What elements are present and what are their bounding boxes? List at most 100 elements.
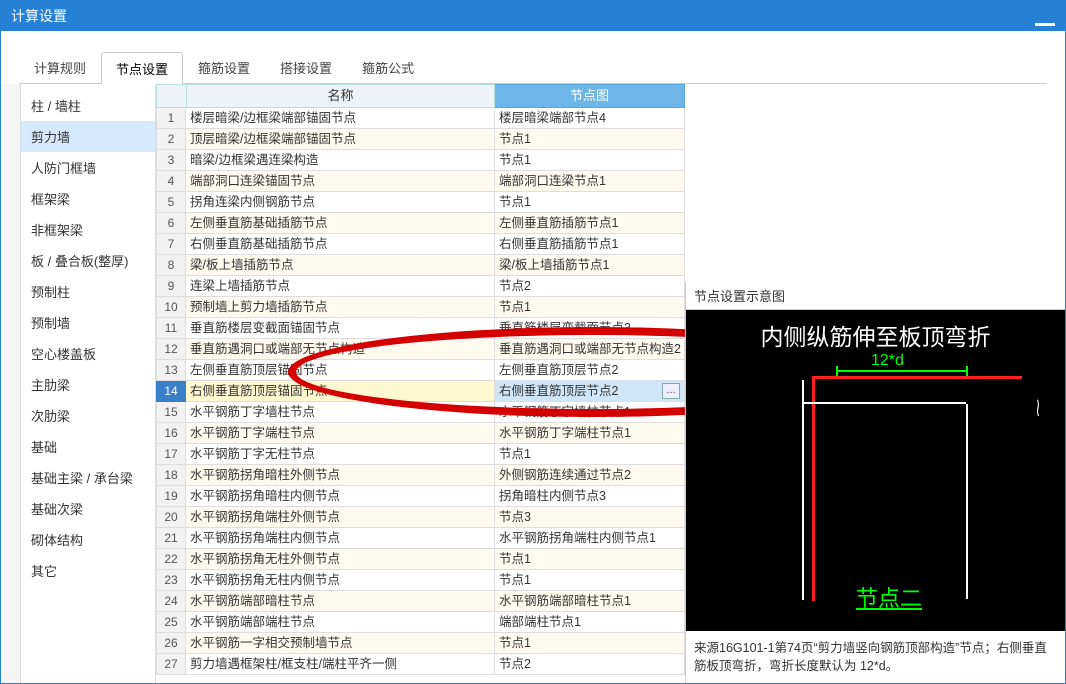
row-diagram[interactable]: 左侧垂直筋插筋节点1 [495, 213, 685, 234]
diagram-label[interactable]: 节点二 [856, 581, 922, 613]
tab-4[interactable]: 箍筋公式 [347, 51, 429, 83]
row-name[interactable]: 顶层暗梁/边框梁端部锚固节点 [186, 129, 495, 150]
table-row[interactable]: 23水平钢筋拐角无柱内侧节点节点1 [156, 570, 685, 591]
row-diagram[interactable]: 左侧垂直筋顶层节点2 [495, 360, 685, 381]
row-diagram[interactable]: 水平钢筋丁字端柱节点1 [495, 423, 685, 444]
row-diagram[interactable]: 垂直筋遇洞口或端部无节点构造2 [495, 339, 685, 360]
sidebar-item[interactable]: 基础主梁 / 承台梁 [21, 462, 155, 493]
row-name[interactable]: 拐角连梁内侧钢筋节点 [186, 192, 495, 213]
row-diagram[interactable]: 节点1 [495, 297, 685, 318]
table-row[interactable]: 10预制墙上剪力墙插筋节点节点1 [156, 297, 685, 318]
sidebar-item[interactable]: 剪力墙 [21, 121, 155, 152]
row-name[interactable]: 水平钢筋拐角无柱外侧节点 [186, 549, 495, 570]
sidebar-item[interactable]: 框架梁 [21, 183, 155, 214]
row-diagram[interactable]: 外侧钢筋连续通过节点2 [495, 465, 685, 486]
row-name[interactable]: 楼层暗梁/边框梁端部锚固节点 [186, 108, 495, 129]
row-diagram[interactable]: 垂直筋楼层变截面节点3 [495, 318, 685, 339]
row-diagram[interactable]: 节点1 [495, 549, 685, 570]
row-name[interactable]: 左侧垂直筋顶层锚固节点 [186, 360, 495, 381]
row-diagram[interactable]: 节点1 [495, 129, 685, 150]
sidebar-item[interactable]: 非框架梁 [21, 214, 155, 245]
row-name[interactable]: 水平钢筋一字相交预制墙节点 [186, 633, 495, 654]
row-name[interactable]: 右侧垂直筋顶层锚固节点 [186, 381, 495, 402]
row-name[interactable]: 水平钢筋丁字端柱节点 [186, 423, 495, 444]
table-row[interactable]: 20水平钢筋拐角端柱外侧节点节点3 [156, 507, 685, 528]
row-name[interactable]: 剪力墙遇框架柱/框支柱/端柱平齐一侧 [186, 654, 495, 675]
row-diagram[interactable]: 节点1 [495, 570, 685, 591]
sidebar-item[interactable]: 预制柱 [21, 276, 155, 307]
sidebar-item[interactable]: 人防门框墙 [21, 152, 155, 183]
row-diagram[interactable]: 水平钢筋丁字墙柱节点1 [495, 402, 685, 423]
sidebar-item[interactable]: 基础 [21, 431, 155, 462]
table-row[interactable]: 16水平钢筋丁字端柱节点水平钢筋丁字端柱节点1 [156, 423, 685, 444]
row-diagram[interactable]: 右侧垂直筋插筋节点1 [495, 234, 685, 255]
row-diagram[interactable]: 梁/板上墙插筋节点1 [495, 255, 685, 276]
table-row[interactable]: 7右侧垂直筋基础插筋节点右侧垂直筋插筋节点1 [156, 234, 685, 255]
row-name[interactable]: 连梁上墙插筋节点 [186, 276, 495, 297]
row-name[interactable]: 水平钢筋拐角端柱内侧节点 [186, 528, 495, 549]
row-name[interactable]: 水平钢筋拐角暗柱外侧节点 [186, 465, 495, 486]
row-diagram[interactable]: 右侧垂直筋顶层节点2… [495, 381, 685, 402]
table-row[interactable]: 13左侧垂直筋顶层锚固节点左侧垂直筋顶层节点2 [156, 360, 685, 381]
browse-button[interactable]: … [662, 383, 680, 399]
row-name[interactable]: 水平钢筋丁字无柱节点 [186, 444, 495, 465]
row-name[interactable]: 端部洞口连梁锚固节点 [186, 171, 495, 192]
table-row[interactable]: 12垂直筋遇洞口或端部无节点构造垂直筋遇洞口或端部无节点构造2 [156, 339, 685, 360]
sidebar-item[interactable]: 主肋梁 [21, 369, 155, 400]
table-row[interactable]: 21水平钢筋拐角端柱内侧节点水平钢筋拐角端柱内侧节点1 [156, 528, 685, 549]
row-name[interactable]: 水平钢筋拐角无柱内侧节点 [186, 570, 495, 591]
row-diagram[interactable]: 楼层暗梁端部节点4 [495, 108, 685, 129]
row-name[interactable]: 水平钢筋拐角端柱外侧节点 [186, 507, 495, 528]
row-diagram[interactable]: 节点1 [495, 633, 685, 654]
tab-1[interactable]: 节点设置 [101, 52, 183, 84]
row-diagram[interactable]: 节点1 [495, 192, 685, 213]
table-row[interactable]: 14右侧垂直筋顶层锚固节点右侧垂直筋顶层节点2… [156, 381, 685, 402]
sidebar-item[interactable]: 其它 [21, 555, 155, 586]
table-row[interactable]: 27剪力墙遇框架柱/框支柱/端柱平齐一侧节点2 [156, 654, 685, 675]
row-name[interactable]: 水平钢筋丁字墙柱节点 [186, 402, 495, 423]
table-row[interactable]: 22水平钢筋拐角无柱外侧节点节点1 [156, 549, 685, 570]
row-name[interactable]: 梁/板上墙插筋节点 [186, 255, 495, 276]
row-diagram[interactable]: 节点1 [495, 150, 685, 171]
row-name[interactable]: 垂直筋遇洞口或端部无节点构造 [186, 339, 495, 360]
row-name[interactable]: 左侧垂直筋基础插筋节点 [186, 213, 495, 234]
row-diagram[interactable]: 节点3 [495, 507, 685, 528]
table-row[interactable]: 11垂直筋楼层变截面锚固节点垂直筋楼层变截面节点3 [156, 318, 685, 339]
table-row[interactable]: 1楼层暗梁/边框梁端部锚固节点楼层暗梁端部节点4 [156, 108, 685, 129]
row-name[interactable]: 暗梁/边框梁遇连梁构造 [186, 150, 495, 171]
sidebar-item[interactable]: 板 / 叠合板(整厚) [21, 245, 155, 276]
table-row[interactable]: 15水平钢筋丁字墙柱节点水平钢筋丁字墙柱节点1 [156, 402, 685, 423]
tab-3[interactable]: 搭接设置 [265, 51, 347, 83]
table-row[interactable]: 2顶层暗梁/边框梁端部锚固节点节点1 [156, 129, 685, 150]
sidebar-item[interactable]: 砌体结构 [21, 524, 155, 555]
row-diagram[interactable]: 节点2 [495, 654, 685, 675]
sidebar-item[interactable]: 次肋梁 [21, 400, 155, 431]
table-row[interactable]: 26水平钢筋一字相交预制墙节点节点1 [156, 633, 685, 654]
row-diagram[interactable]: 水平钢筋端部暗柱节点1 [495, 591, 685, 612]
table-row[interactable]: 18水平钢筋拐角暗柱外侧节点外侧钢筋连续通过节点2 [156, 465, 685, 486]
tab-2[interactable]: 箍筋设置 [183, 51, 265, 83]
table-row[interactable]: 17水平钢筋丁字无柱节点节点1 [156, 444, 685, 465]
row-diagram[interactable]: 端部洞口连梁节点1 [495, 171, 685, 192]
row-name[interactable]: 预制墙上剪力墙插筋节点 [186, 297, 495, 318]
minimize-button[interactable] [1035, 6, 1055, 26]
table-row[interactable]: 25水平钢筋端部端柱节点端部端柱节点1 [156, 612, 685, 633]
row-diagram[interactable]: 节点1 [495, 444, 685, 465]
row-name[interactable]: 水平钢筋拐角暗柱内侧节点 [186, 486, 495, 507]
row-diagram[interactable]: 端部端柱节点1 [495, 612, 685, 633]
row-name[interactable]: 水平钢筋端部暗柱节点 [186, 591, 495, 612]
table-row[interactable]: 6左侧垂直筋基础插筋节点左侧垂直筋插筋节点1 [156, 213, 685, 234]
tab-0[interactable]: 计算规则 [19, 51, 101, 83]
table-row[interactable]: 8梁/板上墙插筋节点梁/板上墙插筋节点1 [156, 255, 685, 276]
row-diagram[interactable]: 水平钢筋拐角端柱内侧节点1 [495, 528, 685, 549]
sidebar-item[interactable]: 基础次梁 [21, 493, 155, 524]
row-diagram[interactable]: 拐角暗柱内侧节点3 [495, 486, 685, 507]
table-row[interactable]: 19水平钢筋拐角暗柱内侧节点拐角暗柱内侧节点3 [156, 486, 685, 507]
table-row[interactable]: 4端部洞口连梁锚固节点端部洞口连梁节点1 [156, 171, 685, 192]
row-name[interactable]: 垂直筋楼层变截面锚固节点 [186, 318, 495, 339]
row-diagram[interactable]: 节点2 [495, 276, 685, 297]
row-name[interactable]: 右侧垂直筋基础插筋节点 [186, 234, 495, 255]
table-row[interactable]: 9连梁上墙插筋节点节点2 [156, 276, 685, 297]
sidebar-item[interactable]: 预制墙 [21, 307, 155, 338]
row-name[interactable]: 水平钢筋端部端柱节点 [186, 612, 495, 633]
